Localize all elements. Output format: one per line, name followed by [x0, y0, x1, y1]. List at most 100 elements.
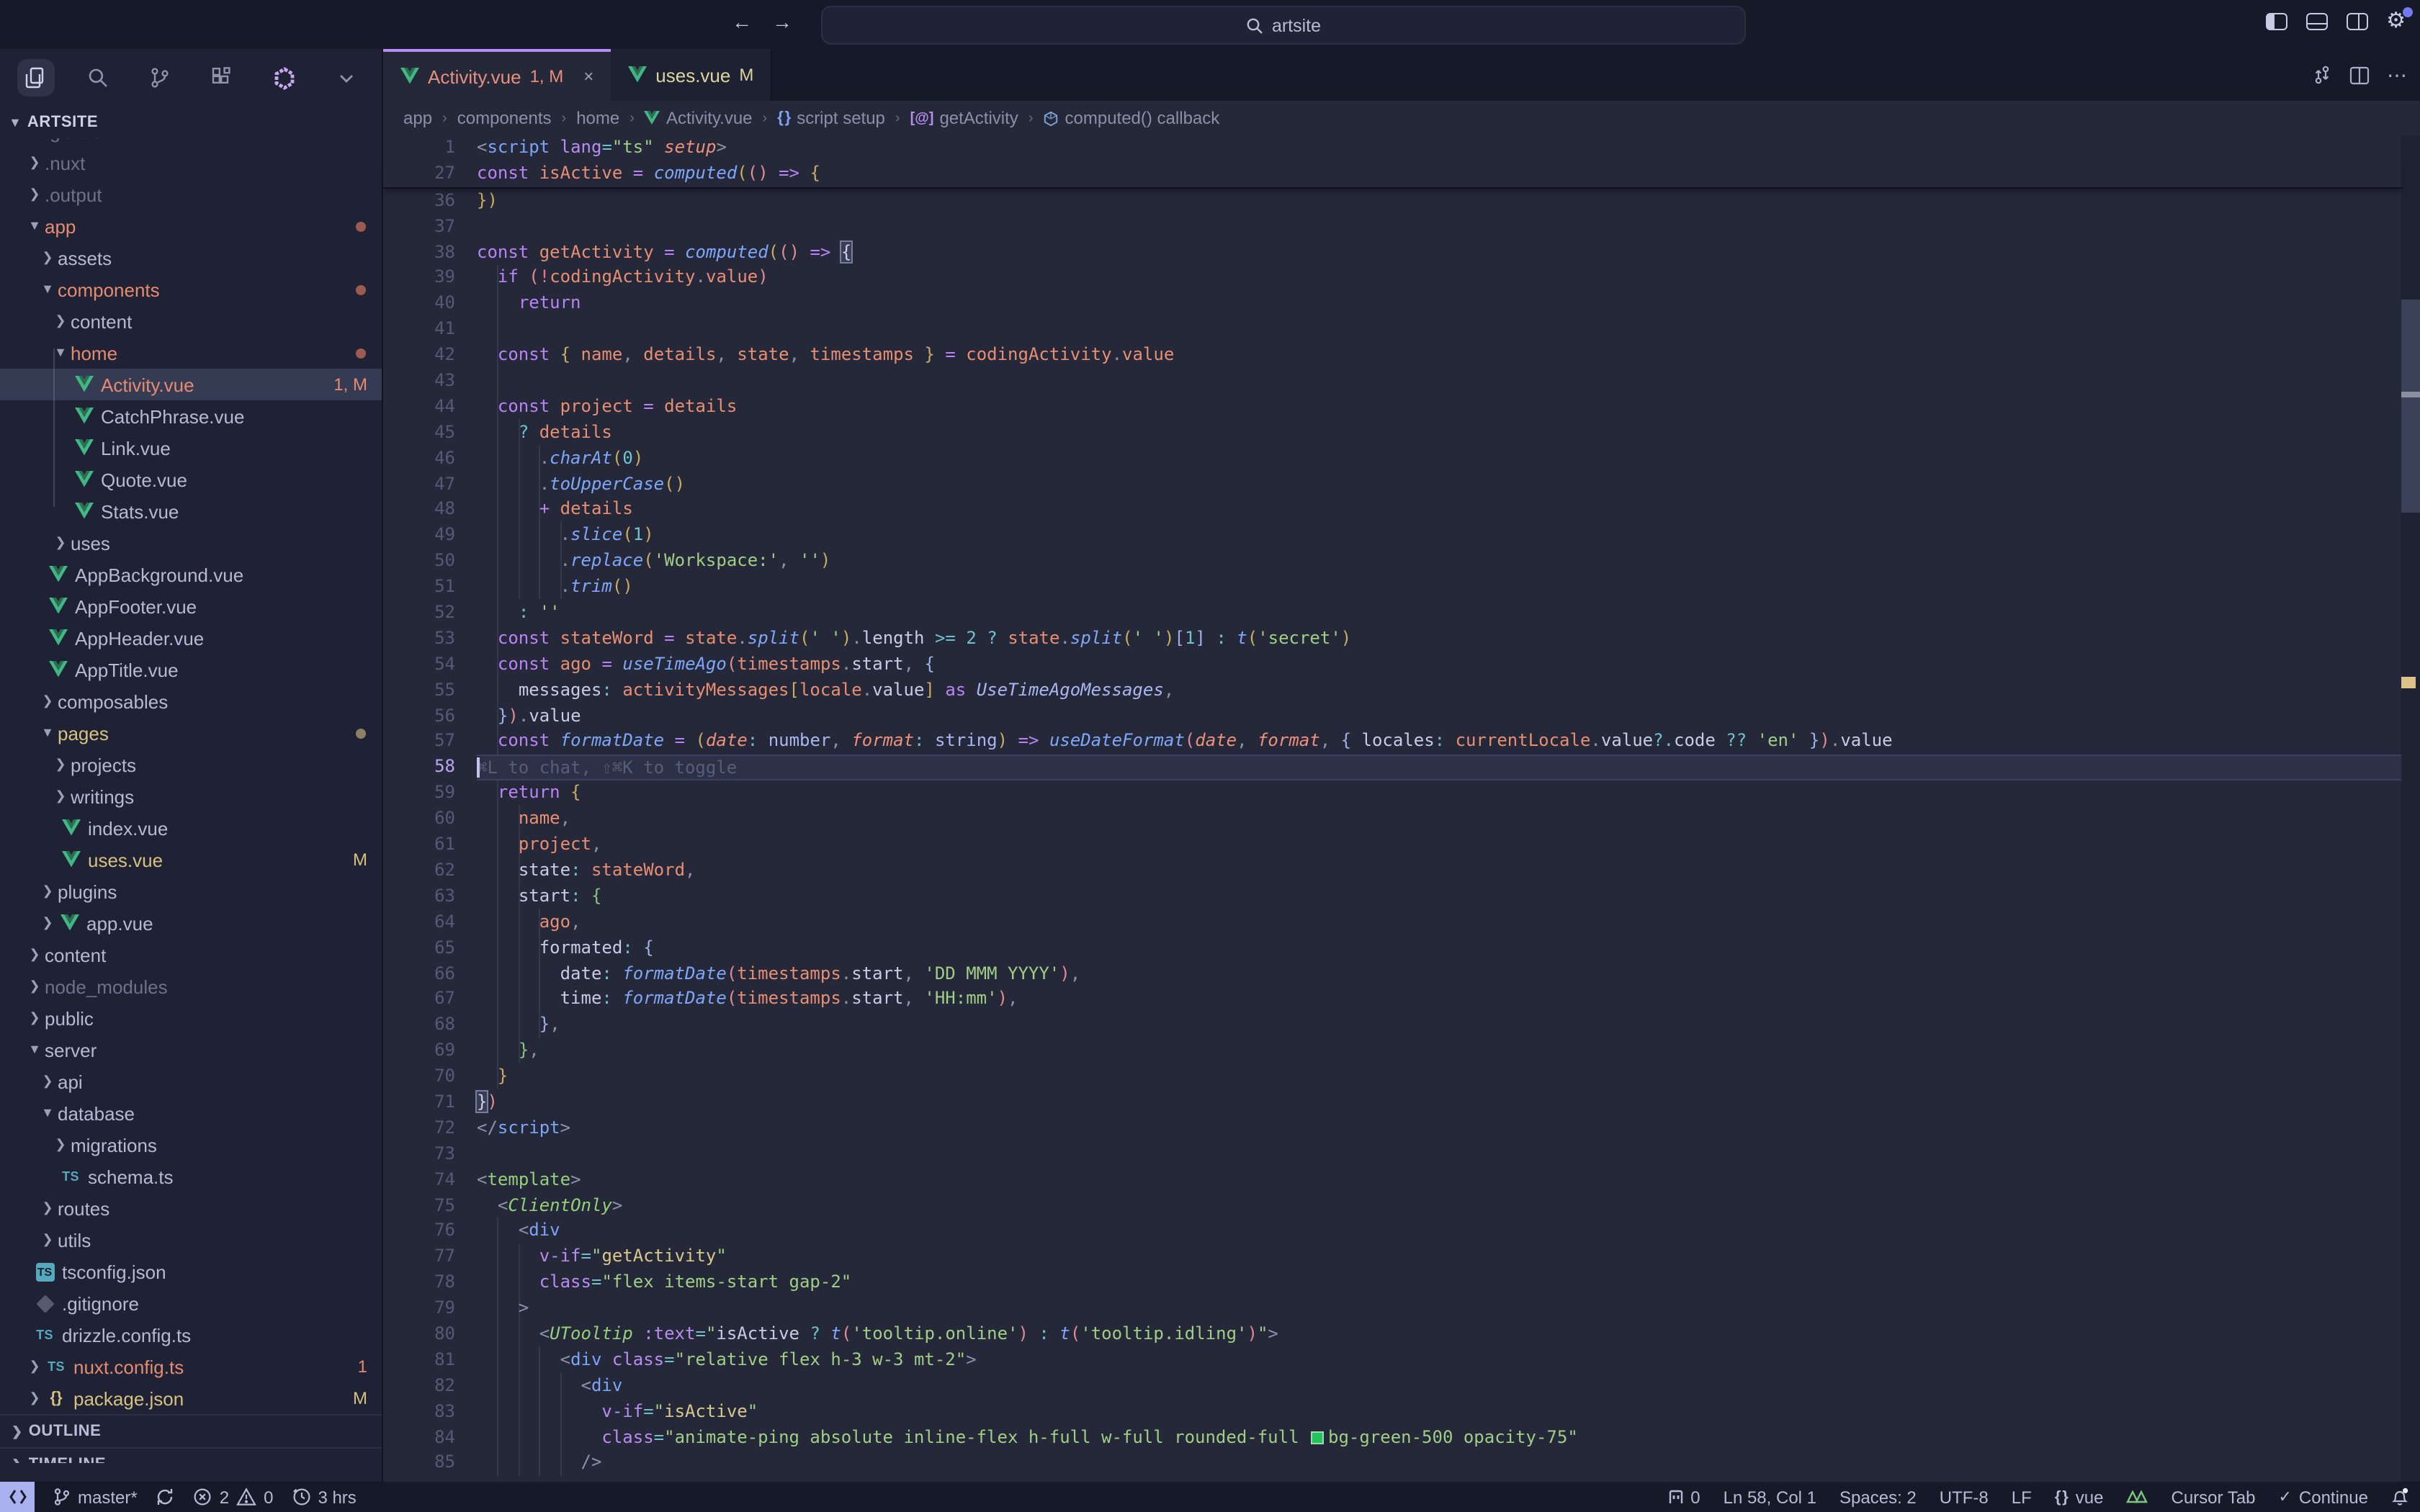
tree-item-content[interactable]: ❯content — [0, 305, 382, 337]
tree-item-uses.vue[interactable]: uses.vueM — [0, 844, 382, 876]
tree-item-home[interactable]: ▼home — [0, 337, 382, 369]
tree-item-utils[interactable]: ❯utils — [0, 1224, 382, 1256]
language-mode[interactable]: { }vue — [2055, 1487, 2104, 1507]
code-line-74[interactable]: 74<template> — [383, 1167, 2403, 1193]
code-line-39[interactable]: 39 if (!codingActivity.value) — [383, 266, 2403, 292]
tree-item-components[interactable]: ▼components — [0, 274, 382, 305]
tree-item-package.json[interactable]: ❯{}package.jsonM — [0, 1382, 382, 1414]
code-line-60[interactable]: 60 name, — [383, 806, 2403, 832]
tree-item-migrations[interactable]: ❯migrations — [0, 1129, 382, 1161]
more-actions-icon[interactable]: ⋯ — [2387, 63, 2408, 87]
tree-item-public[interactable]: ❯public — [0, 1002, 382, 1034]
code-line-64[interactable]: 64 ago, — [383, 909, 2403, 935]
code-line-79[interactable]: 79 > — [383, 1296, 2403, 1322]
code-line-63[interactable]: 63 start: { — [383, 884, 2403, 910]
editor-scrollbar[interactable] — [2401, 135, 2420, 1482]
code-line-78[interactable]: 78 class="flex items-start gap-2" — [383, 1270, 2403, 1296]
code-line-37[interactable]: 37 — [383, 214, 2403, 240]
code-line-80[interactable]: 80 <UTooltip :text="isActive ? t('toolti… — [383, 1322, 2403, 1348]
toggle-sidebar-icon[interactable] — [2265, 13, 2287, 30]
code-line-43[interactable]: 43 — [383, 369, 2403, 395]
code-line-69[interactable]: 69 }, — [383, 1038, 2403, 1064]
breadcrumb-item-script-setup[interactable]: { }script setup — [777, 108, 885, 128]
tree-item-tsconfig.json[interactable]: TStsconfig.json — [0, 1256, 382, 1287]
code-line-51[interactable]: 51 .trim() — [383, 575, 2403, 600]
tree-item-AppHeader.vue[interactable]: AppHeader.vue — [0, 622, 382, 654]
tree-item-.output[interactable]: ❯.output — [0, 179, 382, 210]
tree-item-AppBackground.vue[interactable]: AppBackground.vue — [0, 559, 382, 590]
toggle-panel-icon[interactable] — [2305, 13, 2327, 30]
tree-item-CatchPhrase.vue[interactable]: CatchPhrase.vue — [0, 400, 382, 432]
tree-item-node_modules[interactable]: ❯node_modules — [0, 971, 382, 1002]
breadcrumb-item-app[interactable]: app — [403, 108, 432, 128]
sync[interactable] — [156, 1488, 175, 1506]
code-line-46[interactable]: 46 .charAt(0) — [383, 446, 2403, 472]
tree-item-Quote.vue[interactable]: Quote.vue — [0, 464, 382, 495]
code-line-82[interactable]: 82 <div — [383, 1374, 2403, 1400]
source-control-icon[interactable] — [141, 59, 179, 96]
explorer-project-header[interactable]: ▼ ARTSITE — [0, 107, 382, 138]
forward-icon[interactable]: → — [768, 10, 797, 33]
tree-item-Stats.vue[interactable]: Stats.vue — [0, 495, 382, 527]
breadcrumb-item-home[interactable]: home — [576, 108, 619, 128]
code-line-66[interactable]: 66 date: formatDate(timestamps.start, 'D… — [383, 961, 2403, 987]
code-line-1[interactable]: 1<script lang="ts" setup> — [383, 135, 2403, 161]
code-line-47[interactable]: 47 .toUpperCase() — [383, 472, 2403, 498]
code-line-84[interactable]: 84 class="animate-ping absolute inline-f… — [383, 1425, 2403, 1451]
breadcrumb-item-computed-callback[interactable]: computed() callback — [1044, 108, 1220, 128]
code-line-55[interactable]: 55 messages: activityMessages[locale.val… — [383, 678, 2403, 703]
search-icon[interactable] — [79, 59, 117, 96]
tree-item-.github[interactable]: ❯.github — [0, 138, 382, 147]
breadcrumb-item-components[interactable]: components — [457, 108, 552, 128]
code-line-59[interactable]: 59 return { — [383, 781, 2403, 807]
git-branch[interactable]: master* — [53, 1487, 138, 1507]
open-changes-icon[interactable] — [2312, 65, 2332, 85]
code-line-44[interactable]: 44 const project = details — [383, 395, 2403, 420]
tree-item-content[interactable]: ❯content — [0, 939, 382, 971]
tree-item-uses[interactable]: ❯uses — [0, 527, 382, 559]
problems[interactable]: 20 — [194, 1487, 274, 1507]
code-line-77[interactable]: 77 v-if="getActivity" — [383, 1245, 2403, 1271]
cursor-position[interactable]: Ln 58, Col 1 — [1724, 1487, 1816, 1507]
tree-item-.gitignore[interactable]: .gitignore — [0, 1287, 382, 1319]
code-line-50[interactable]: 50 .replace('Workspace:', '') — [383, 549, 2403, 575]
code-line-72[interactable]: 72</script> — [383, 1116, 2403, 1142]
code-line-52[interactable]: 52 : '' — [383, 600, 2403, 626]
remote-indicator[interactable] — [0, 1482, 35, 1512]
tree-item-Activity.vue[interactable]: Activity.vue1, M — [0, 369, 382, 400]
tree-item-AppTitle.vue[interactable]: AppTitle.vue — [0, 654, 382, 685]
timer[interactable]: 3 hrs — [292, 1487, 356, 1507]
tree-item-app.vue[interactable]: ❯app.vue — [0, 907, 382, 939]
tree-item-schema.ts[interactable]: TSschema.ts — [0, 1161, 382, 1192]
tab-uses.vue[interactable]: uses.vueM — [611, 49, 772, 101]
tree-item-index.vue[interactable]: index.vue — [0, 812, 382, 844]
code-line-68[interactable]: 68 }, — [383, 1013, 2403, 1039]
tree-item-api[interactable]: ❯api — [0, 1066, 382, 1097]
close-icon[interactable]: × — [583, 66, 593, 86]
breadcrumb-item-getActivity[interactable]: [@]getActivity — [910, 108, 1018, 128]
tree-item-projects[interactable]: ❯projects — [0, 749, 382, 780]
code-line-42[interactable]: 42 const { name, details, state, timesta… — [383, 343, 2403, 369]
section-timeline[interactable]: ❯TIMELINE — [0, 1447, 382, 1463]
code-line-36[interactable]: 36}) — [383, 189, 2403, 215]
tree-item-routes[interactable]: ❯routes — [0, 1192, 382, 1224]
code-editor[interactable]: 1<script lang="ts" setup>27const isActiv… — [383, 135, 2403, 1482]
eol[interactable]: LF — [2012, 1487, 2032, 1507]
scrollbar-thumb[interactable] — [2401, 300, 2420, 513]
tree-item-app[interactable]: ▼app — [0, 210, 382, 242]
section-outline[interactable]: ❯OUTLINE — [0, 1414, 382, 1447]
indentation[interactable]: Spaces: 2 — [1839, 1487, 1917, 1507]
code-line-49[interactable]: 49 .slice(1) — [383, 523, 2403, 549]
settings-gear-icon[interactable]: ⚙ — [2386, 13, 2406, 30]
code-line-54[interactable]: 54 const ago = useTimeAgo(timestamps.sta… — [383, 652, 2403, 678]
tree-item-composables[interactable]: ❯composables — [0, 685, 382, 717]
tree-item-pages[interactable]: ▼pages — [0, 717, 382, 749]
code-line-83[interactable]: 83 v-if="isActive" — [383, 1399, 2403, 1425]
code-line-70[interactable]: 70 } — [383, 1064, 2403, 1090]
tree-item-Link.vue[interactable]: Link.vue — [0, 432, 382, 464]
breadcrumb-item-Activity-vue[interactable]: Activity.vue — [645, 108, 753, 128]
toggle-secondary-sidebar-icon[interactable] — [2346, 13, 2367, 30]
code-line-58[interactable]: 58⌘L to chat, ⇧⌘K to toggle — [383, 755, 2403, 781]
code-line-45[interactable]: 45 ? details — [383, 420, 2403, 446]
code-line-61[interactable]: 61 project, — [383, 832, 2403, 858]
